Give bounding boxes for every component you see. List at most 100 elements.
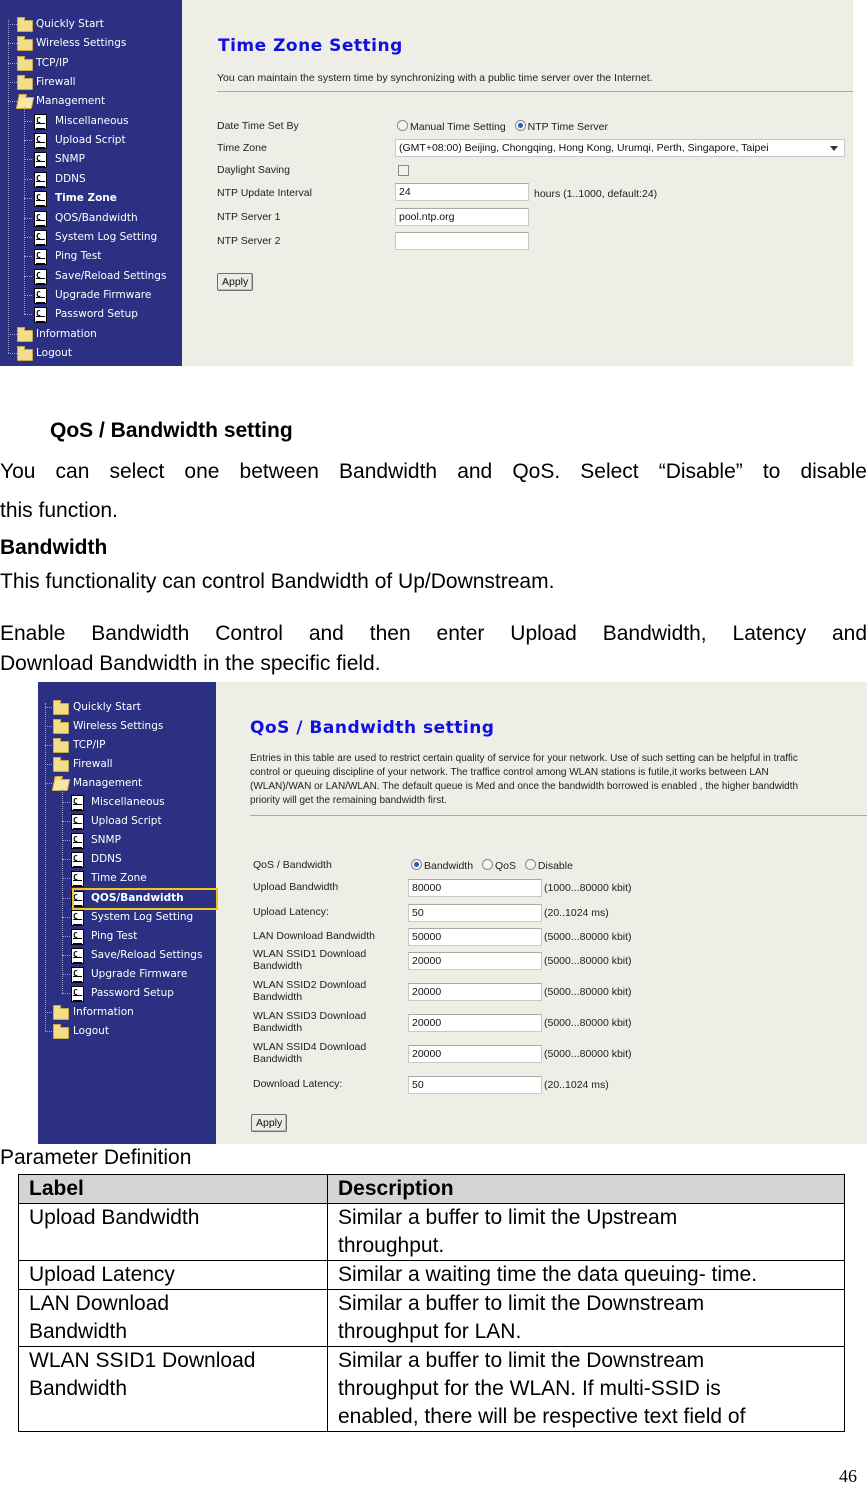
sidebar-item-logout[interactable]: Logout (0, 345, 182, 361)
sidebar-item-firewall[interactable]: Firewall (0, 74, 182, 91)
apply-button[interactable]: Apply (251, 1114, 288, 1132)
sidebar-item-ping-test[interactable]: Ping Test (0, 248, 182, 266)
sidebar-item-password-setup[interactable]: Password Setup (0, 306, 182, 324)
tree-connector (24, 159, 32, 161)
sidebar-item-miscellaneous[interactable]: Miscellaneous (0, 113, 182, 130)
sidebar-item-label: DDNS (55, 172, 86, 185)
sidebar-item-label: Information (36, 327, 97, 340)
section-para-line1: You can select one between Bandwidth and… (0, 460, 867, 483)
param-label: LAN Download Bandwidth (18, 1289, 328, 1347)
param-description: Similar a buffer to limit the Downstream… (327, 1346, 845, 1432)
header-description: Description (327, 1174, 845, 1204)
sidebar-item-upgrade-firmware[interactable]: Upgrade Firmware (0, 287, 182, 304)
wlan-ssid1-download-bandwidth-hint: (5000...80000 kbit) (544, 955, 632, 967)
radio-manual-time[interactable]: Manual Time Setting (397, 120, 506, 133)
tree-connector (45, 703, 46, 1031)
radio-bandwidth[interactable]: Bandwidth (411, 859, 473, 872)
sidebar-item-system-log-setting[interactable]: System Log Setting (0, 229, 182, 246)
radio-ntp-time-server[interactable]: NTP Time Server (514, 120, 608, 133)
wlan-ssid2-download-bandwidth-input[interactable]: 20000 (408, 983, 542, 1001)
upload-latency-input[interactable]: 50 (408, 904, 542, 922)
sidebar-item-label: QOS/Bandwidth (55, 211, 138, 224)
document-icon (34, 306, 47, 324)
sidebar-item-upgrade-firmware[interactable]: Upgrade Firmware (38, 966, 216, 983)
folder-icon (53, 719, 69, 735)
sidebar-item-upload-script[interactable]: Upload Script (0, 132, 182, 150)
wlan-ssid4-download-bandwidth-input[interactable]: 20000 (408, 1045, 542, 1063)
sidebar-item-save-reload-settings[interactable]: Save/Reload Settings (38, 947, 216, 964)
sidebar-item-quickly-start[interactable]: Quickly Start (38, 699, 216, 715)
wlan-ssid3-download-bandwidth-input[interactable]: 20000 (408, 1014, 542, 1032)
sidebar-item-quickly-start[interactable]: Quickly Start (0, 16, 182, 32)
download-latency-hint: (20..1024 ms) (544, 1079, 609, 1091)
download-latency-input[interactable]: 50 (408, 1076, 542, 1094)
ntp-server-2-input[interactable] (395, 232, 529, 250)
tree-connector (62, 789, 63, 993)
upload-bandwidth-input[interactable]: 80000 (408, 879, 542, 897)
sidebar-item-logout[interactable]: Logout (38, 1023, 216, 1039)
sidebar-item-ddns[interactable]: DDNS (38, 851, 216, 869)
bandwidth-subheading: Bandwidth (0, 536, 108, 559)
radio-qos[interactable]: QoS (481, 859, 516, 872)
sidebar-item-qos-bandwidth[interactable]: QOS/Bandwidth (0, 210, 182, 227)
ntp-server-2-label: NTP Server 2 (217, 235, 281, 247)
qos-mode-radios: Bandwidth QoS Disable (411, 859, 579, 872)
folder-icon (17, 326, 33, 342)
sidebar-item-time-zone[interactable]: Time Zone (0, 190, 182, 208)
time-zone-select[interactable]: (GMT+08:00) Beijing, Chongqing, Hong Kon… (395, 139, 845, 157)
daylight-saving-checkbox[interactable] (398, 165, 409, 176)
radio-icon (524, 859, 536, 870)
radio-selected-icon (411, 859, 422, 870)
sidebar-item-ping-test[interactable]: Ping Test (38, 928, 216, 945)
sidebar-nav: Quickly Start Wireless Settings TCP/IP Fire… (0, 0, 182, 366)
sidebar-item-ddns[interactable]: DDNS (0, 171, 182, 188)
sidebar-item-management[interactable]: Management (0, 93, 182, 110)
sidebar-item-firewall[interactable]: Firewall (38, 756, 216, 773)
param-label: WLAN SSID1 Download Bandwidth (18, 1346, 328, 1432)
folder-open-icon (15, 97, 35, 110)
sidebar-item-management[interactable]: Management (38, 775, 216, 792)
sidebar-item-save-reload-settings[interactable]: Save/Reload Settings (0, 268, 182, 285)
tree-connector (62, 916, 70, 918)
tree-connector (8, 101, 17, 103)
lan-download-bandwidth-input[interactable]: 50000 (408, 928, 542, 946)
tree-connector (62, 802, 70, 804)
date-time-set-by-radios: Manual Time Setting NTP Time Server (397, 120, 614, 133)
sidebar-item-snmp[interactable]: SNMP (0, 151, 182, 169)
sidebar-item-label: Logout (36, 346, 72, 359)
sidebar-item-wireless-settings[interactable]: Wireless Settings (38, 718, 216, 735)
document-icon (34, 151, 47, 169)
wlan-ssid3-download-bandwidth-label: WLAN SSID3 Download Bandwidth (253, 1010, 367, 1034)
sidebar-item-tcp-ip[interactable]: TCP/IP (38, 737, 216, 754)
tree-connector (8, 43, 17, 45)
radio-disable[interactable]: Disable (524, 859, 573, 872)
wlan-ssid1-download-bandwidth-input[interactable]: 20000 (408, 952, 542, 970)
folder-icon (53, 757, 69, 773)
sidebar-item-label: Logout (73, 1024, 109, 1037)
sidebar-item-label: System Log Setting (91, 910, 194, 923)
apply-button[interactable]: Apply (217, 273, 254, 291)
sidebar-item-snmp[interactable]: SNMP (38, 832, 216, 850)
sidebar-item-information[interactable]: Information (38, 1004, 216, 1020)
sidebar-item-label: Password Setup (91, 986, 174, 999)
sidebar-item-time-zone[interactable]: Time Zone (38, 870, 216, 888)
sidebar-item-wireless-settings[interactable]: Wireless Settings (0, 35, 182, 52)
table-caption: Parameter Definition (0, 1146, 192, 1169)
ntp-server-1-input[interactable]: pool.ntp.org (395, 208, 529, 226)
document-icon (71, 966, 84, 983)
sidebar-item-tcp-ip[interactable]: TCP/IP (0, 55, 182, 71)
sidebar-item-miscellaneous[interactable]: Miscellaneous (38, 794, 216, 812)
sidebar-item-label: DDNS (91, 853, 122, 866)
tree-connector (8, 352, 17, 354)
ntp-update-interval-input[interactable]: 24 (395, 183, 529, 201)
sidebar-item-system-log-setting[interactable]: System Log Setting (38, 909, 216, 926)
sidebar-item-password-setup[interactable]: Password Setup (38, 985, 216, 1002)
folder-icon (53, 700, 69, 715)
sidebar-item-upload-script[interactable]: Upload Script (38, 813, 216, 831)
param-label: Upload Latency (18, 1260, 328, 1290)
folder-icon (17, 36, 33, 52)
tree-connector (62, 992, 70, 994)
document-icon (34, 248, 47, 266)
tree-connector (62, 935, 70, 937)
sidebar-item-information[interactable]: Information (0, 326, 182, 342)
